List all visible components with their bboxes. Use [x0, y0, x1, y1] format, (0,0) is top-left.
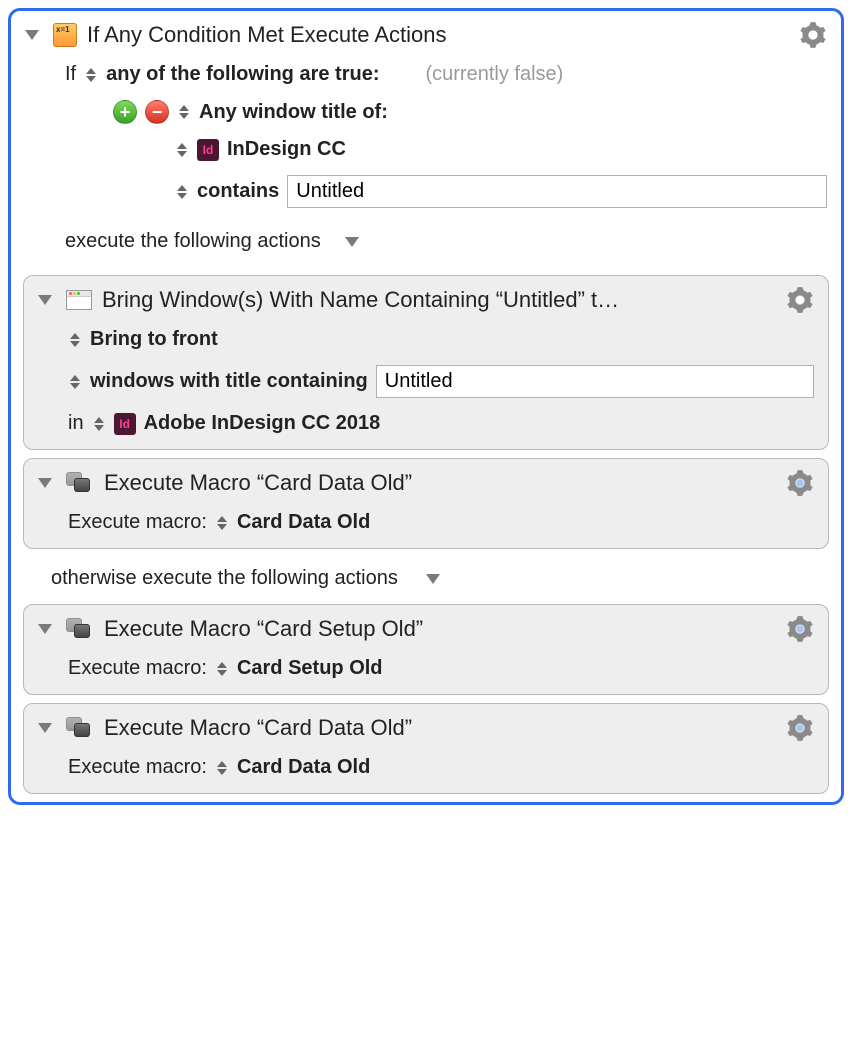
gear-icon[interactable] — [786, 615, 814, 643]
macro-icon — [66, 618, 94, 640]
macro-popup[interactable] — [215, 516, 229, 530]
indesign-icon: Id — [114, 413, 136, 435]
disclosure-icon[interactable] — [38, 295, 52, 305]
disclosure-icon[interactable] — [25, 30, 39, 40]
contains-label: contains — [197, 180, 279, 203]
indesign-icon: Id — [197, 139, 219, 161]
bring-title: Bring Window(s) With Name Containing “Un… — [102, 287, 776, 313]
macro1-title: Execute Macro “Card Data Old” — [104, 470, 776, 496]
window-icon — [66, 290, 92, 310]
execute-macro-action-2: Execute Macro “Card Setup Old” Execute m… — [23, 604, 829, 695]
execute-macro-label: Execute macro: — [68, 756, 207, 779]
gear-icon[interactable] — [786, 714, 814, 742]
in-app-name: Adobe InDesign CC 2018 — [144, 412, 381, 435]
macro-icon — [66, 717, 94, 739]
execute-macro-label: Execute macro: — [68, 657, 207, 680]
any-window-title-label: Any window title of: — [199, 101, 388, 124]
gear-icon[interactable] — [799, 21, 827, 49]
gear-icon[interactable] — [786, 469, 814, 497]
if-header-block: If Any Condition Met Execute Actions If … — [11, 11, 841, 267]
any-following-label: any of the following are true: — [106, 63, 379, 86]
app-name: InDesign CC — [227, 138, 346, 161]
current-state: (currently false) — [425, 63, 563, 86]
if-icon — [53, 23, 77, 47]
window-match-popup[interactable] — [68, 375, 82, 389]
windows-with-label: windows with title containing — [90, 370, 368, 393]
macro-popup[interactable] — [215, 761, 229, 775]
macro3-name: Card Data Old — [237, 756, 370, 779]
if-word: If — [65, 63, 76, 86]
bring-front-label: Bring to front — [90, 328, 218, 351]
then-disclosure-icon[interactable] — [345, 237, 359, 247]
macro3-title: Execute Macro “Card Data Old” — [104, 715, 776, 741]
macro1-name: Card Data Old — [237, 511, 370, 534]
execute-macro-action-1: Execute Macro “Card Data Old” Execute ma… — [23, 458, 829, 549]
any-all-popup[interactable] — [84, 68, 98, 82]
remove-condition-button[interactable]: − — [145, 100, 169, 124]
app-popup[interactable] — [175, 143, 189, 157]
contains-input[interactable] — [287, 175, 827, 208]
else-disclosure-icon[interactable] — [426, 574, 440, 584]
disclosure-icon[interactable] — [38, 723, 52, 733]
execute-macro-label: Execute macro: — [68, 511, 207, 534]
macro-icon — [66, 472, 94, 494]
otherwise-label: otherwise execute the following actions — [51, 567, 398, 590]
add-condition-button[interactable]: + — [113, 100, 137, 124]
disclosure-icon[interactable] — [38, 624, 52, 634]
if-title: If Any Condition Met Execute Actions — [87, 22, 789, 48]
in-label: in — [68, 412, 84, 435]
macro2-name: Card Setup Old — [237, 657, 383, 680]
in-app-popup[interactable] — [92, 417, 106, 431]
disclosure-icon[interactable] — [38, 478, 52, 488]
macro-popup[interactable] — [215, 662, 229, 676]
bring-window-action: Bring Window(s) With Name Containing “Un… — [23, 275, 829, 450]
gear-icon[interactable] — [786, 286, 814, 314]
if-action-container: If Any Condition Met Execute Actions If … — [8, 8, 844, 805]
execute-following-label: execute the following actions — [65, 230, 321, 253]
window-title-input[interactable] — [376, 365, 814, 398]
bring-mode-popup[interactable] — [68, 333, 82, 347]
macro2-title: Execute Macro “Card Setup Old” — [104, 616, 776, 642]
contains-popup[interactable] — [175, 185, 189, 199]
execute-macro-action-3: Execute Macro “Card Data Old” Execute ma… — [23, 703, 829, 794]
condition-type-popup[interactable] — [177, 105, 191, 119]
